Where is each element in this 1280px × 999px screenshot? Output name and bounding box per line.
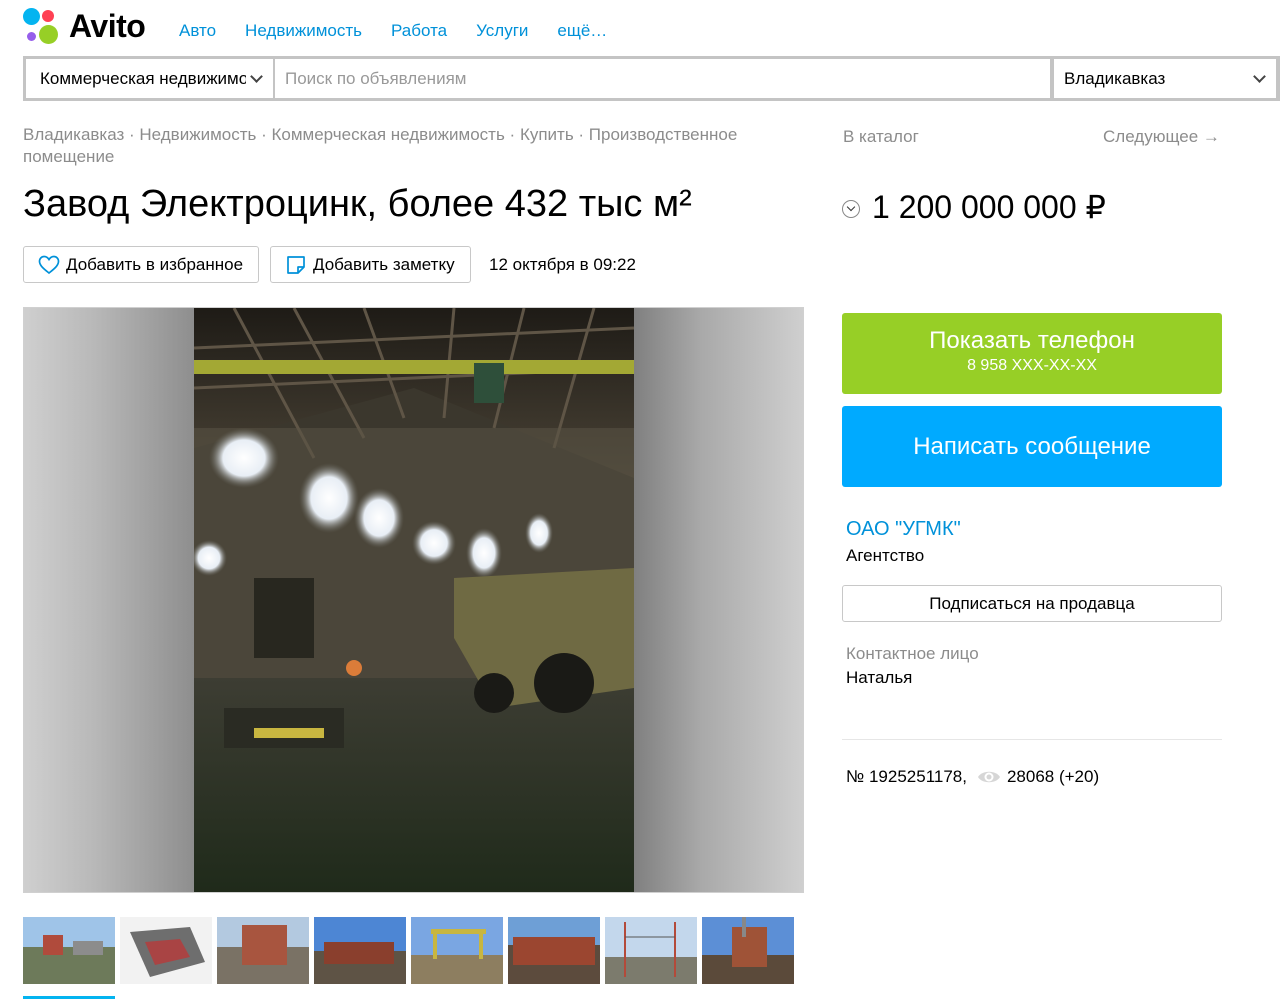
to-catalog-link[interactable]: В каталог — [843, 127, 919, 147]
header: Avito Авто Недвижимость Работа Услуги ещ… — [0, 0, 1280, 56]
category-select[interactable]: Коммерческая недвижимость — [26, 59, 273, 98]
breadcrumb-item[interactable]: Купить — [520, 125, 574, 144]
city-select[interactable]: Владикавказ — [1054, 59, 1276, 98]
nav-link-realty[interactable]: Недвижимость — [245, 21, 362, 41]
add-to-favorites-button[interactable]: Добавить в избранное — [23, 246, 259, 283]
seller-name-link[interactable]: ОАО "УГМК" — [846, 518, 961, 541]
views-count: 28068 (+20) — [1006, 767, 1100, 786]
add-to-favorites-label: Добавить в избранное — [66, 254, 244, 274]
gallery-blurred-side — [24, 308, 194, 892]
show-phone-button[interactable]: Показать телефон 8 958 XXX-XX-XX — [842, 313, 1222, 394]
thumbnail[interactable] — [508, 917, 600, 984]
heart-icon — [38, 254, 60, 276]
show-phone-label: Показать телефон — [929, 327, 1135, 354]
breadcrumb-item[interactable]: Владикавказ — [23, 125, 124, 144]
contact-person-name: Наталья — [846, 668, 913, 687]
listing-meta: № 1925251178, 28068 (+20) — [846, 767, 1099, 787]
avito-logo[interactable]: Avito — [23, 7, 146, 45]
logo-text: Avito — [69, 7, 146, 44]
add-note-label: Добавить заметку — [313, 254, 455, 274]
nav-link-auto[interactable]: Авто — [179, 21, 216, 41]
nav-link-more[interactable]: ещё… — [557, 21, 607, 41]
breadcrumb: Владикавказ · Недвижимость · Коммерческа… — [23, 125, 738, 166]
top-nav: Авто Недвижимость Работа Услуги ещё… — [179, 21, 636, 41]
breadcrumb-item[interactable]: Коммерческая недвижимость — [271, 125, 504, 144]
city-select-value: Владикавказ — [1064, 68, 1166, 88]
seller-type: Агентство — [846, 546, 925, 565]
search-input[interactable] — [275, 59, 1050, 98]
next-listing-link[interactable]: Следующее → — [1103, 127, 1220, 147]
currency-dropdown-icon[interactable] — [842, 200, 860, 218]
note-icon — [285, 254, 307, 276]
nav-link-services[interactable]: Услуги — [476, 21, 528, 41]
price: 1 200 000 000 ₽ — [842, 188, 1106, 226]
price-value: 1 200 000 000 ₽ — [872, 189, 1106, 225]
search-bar: Коммерческая недвижимость Владикавказ — [23, 56, 1280, 101]
phone-masked: 8 958 XXX-XX-XX — [967, 357, 1097, 374]
thumbnail[interactable] — [23, 917, 115, 984]
publish-date: 12 октября в 09:22 — [489, 255, 636, 274]
write-message-button[interactable]: Написать сообщение — [842, 406, 1222, 487]
listing-id: № 1925251178, — [846, 767, 967, 786]
thumbnail[interactable] — [411, 917, 503, 984]
category-select-value: Коммерческая недвижимость — [40, 68, 246, 88]
chevron-down-icon — [250, 70, 263, 83]
nav-link-jobs[interactable]: Работа — [391, 21, 447, 41]
main-photo[interactable] — [194, 308, 634, 892]
divider — [842, 739, 1222, 740]
contact-person-label: Контактное лицо — [846, 644, 979, 663]
subscribe-seller-button[interactable]: Подписаться на продавца — [842, 585, 1222, 622]
breadcrumb-item[interactable]: Недвижимость — [139, 125, 256, 144]
thumbnail[interactable] — [217, 917, 309, 984]
thumbnail[interactable] — [314, 917, 406, 984]
thumbnail[interactable] — [702, 917, 794, 984]
eye-icon — [977, 768, 1001, 786]
thumbnail[interactable] — [120, 917, 212, 984]
thumbnail-strip — [23, 917, 799, 984]
gallery-blurred-side — [633, 308, 803, 892]
chevron-down-icon — [1253, 70, 1266, 83]
photo-gallery[interactable] — [23, 307, 804, 893]
page-title: Завод Электроцинк, более 432 тыс м² — [23, 183, 692, 225]
thumbnail[interactable] — [605, 917, 697, 984]
logo-dots-icon — [23, 7, 61, 45]
add-note-button[interactable]: Добавить заметку — [270, 246, 471, 283]
